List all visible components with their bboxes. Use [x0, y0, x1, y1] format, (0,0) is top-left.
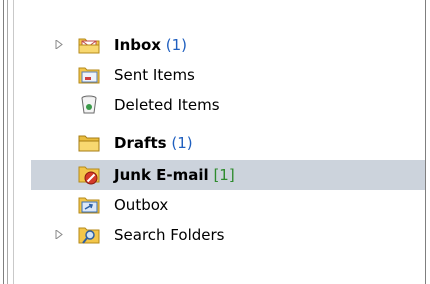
window-border — [3, 0, 4, 284]
scrollbar-edge — [425, 0, 426, 284]
folder-item-sent-items[interactable]: Sent Items — [31, 60, 425, 90]
folder-item-search-folders[interactable]: Search Folders — [31, 220, 425, 250]
folder-label: Sent Items — [114, 66, 195, 84]
inbox-folder-icon — [78, 38, 100, 54]
folder-item-deleted-items[interactable]: Deleted Items — [31, 90, 425, 120]
unread-count: (1) — [165, 36, 188, 54]
drafts-folder-icon — [78, 135, 100, 152]
expand-triangle-icon[interactable] — [55, 230, 64, 239]
folder-label: Search Folders — [114, 226, 225, 244]
folder-label: Drafts — [114, 134, 167, 152]
folder-label: Outbox — [114, 196, 169, 214]
search-folders-icon — [78, 227, 100, 244]
unread-count: [1] — [213, 166, 235, 184]
expand-triangle-icon[interactable] — [55, 40, 64, 49]
folder-label: Deleted Items — [114, 96, 220, 114]
folder-item-outbox[interactable]: Outbox — [31, 190, 425, 220]
outbox-folder-icon — [78, 197, 100, 214]
folder-pane: Inbox (1) Sent Items Deleted Items Draft… — [14, 0, 425, 284]
folder-label: Inbox — [114, 36, 161, 54]
junk-email-folder-icon — [78, 166, 100, 185]
sent-items-folder-icon — [78, 67, 100, 84]
deleted-items-trash-icon — [81, 95, 97, 114]
folder-label: Junk E-mail — [114, 166, 209, 184]
folder-item-drafts[interactable]: Drafts (1) — [31, 128, 425, 158]
folder-item-junk-email[interactable]: Junk E-mail [1] — [31, 160, 425, 190]
pane-border — [7, 0, 8, 284]
folder-item-inbox[interactable]: Inbox (1) — [31, 30, 425, 60]
unread-count: (1) — [171, 134, 193, 152]
